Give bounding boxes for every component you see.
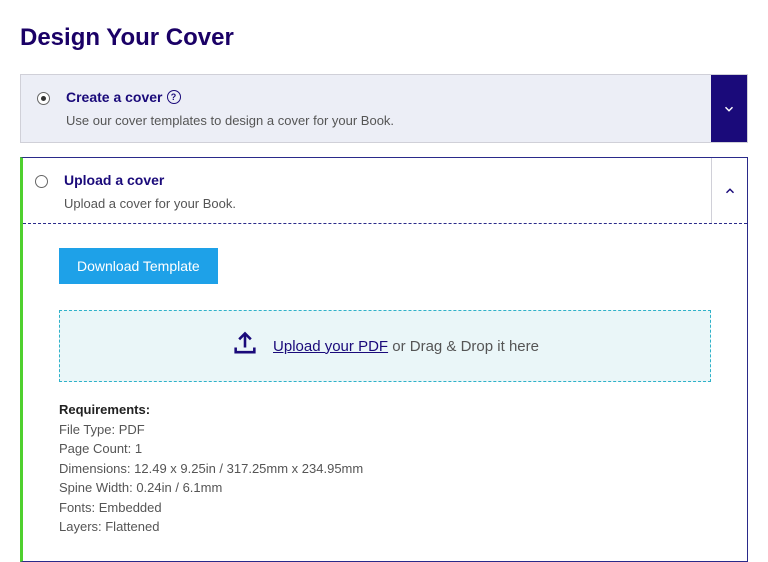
chevron-up-icon bbox=[723, 184, 737, 198]
upload-dropzone[interactable]: Upload your PDF or Drag & Drop it here bbox=[59, 310, 711, 382]
upload-cover-toggle[interactable] bbox=[711, 158, 747, 223]
upload-pdf-link[interactable]: Upload your PDF bbox=[273, 338, 388, 355]
upload-cover-radio[interactable] bbox=[35, 175, 48, 188]
requirements-heading: Requirements: bbox=[59, 400, 711, 420]
req-fonts: Fonts: Embedded bbox=[59, 498, 711, 518]
req-spine-width: Spine Width: 0.24in / 6.1mm bbox=[59, 478, 711, 498]
upload-cover-option: Upload a cover Upload a cover for your B… bbox=[20, 157, 748, 562]
create-cover-title: Create a cover ? bbox=[66, 89, 181, 105]
req-layers: Layers: Flattened bbox=[59, 517, 711, 537]
upload-icon bbox=[231, 330, 259, 363]
upload-text: Upload your PDF or Drag & Drop it here bbox=[273, 338, 539, 355]
create-cover-option[interactable]: Create a cover ? Use our cover templates… bbox=[20, 74, 748, 143]
upload-cover-header[interactable]: Upload a cover Upload a cover for your B… bbox=[23, 158, 747, 224]
create-cover-radio[interactable] bbox=[37, 92, 50, 105]
create-cover-desc: Use our cover templates to design a cove… bbox=[66, 113, 695, 128]
requirements: Requirements: File Type: PDF Page Count:… bbox=[59, 400, 711, 537]
help-icon[interactable]: ? bbox=[167, 90, 181, 104]
create-cover-toggle[interactable] bbox=[711, 75, 747, 142]
create-cover-body: Create a cover ? Use our cover templates… bbox=[21, 75, 711, 142]
upload-cover-desc: Upload a cover for your Book. bbox=[64, 196, 695, 211]
req-page-count: Page Count: 1 bbox=[59, 439, 711, 459]
page-title: Design Your Cover bbox=[20, 24, 748, 52]
upload-cover-title: Upload a cover bbox=[64, 172, 164, 188]
req-dimensions: Dimensions: 12.49 x 9.25in / 317.25mm x … bbox=[59, 459, 711, 479]
download-template-button[interactable]: Download Template bbox=[59, 248, 218, 284]
req-file-type: File Type: PDF bbox=[59, 420, 711, 440]
chevron-down-icon bbox=[722, 102, 736, 116]
upload-cover-content: Download Template Upload your PDF or Dra… bbox=[23, 224, 747, 561]
